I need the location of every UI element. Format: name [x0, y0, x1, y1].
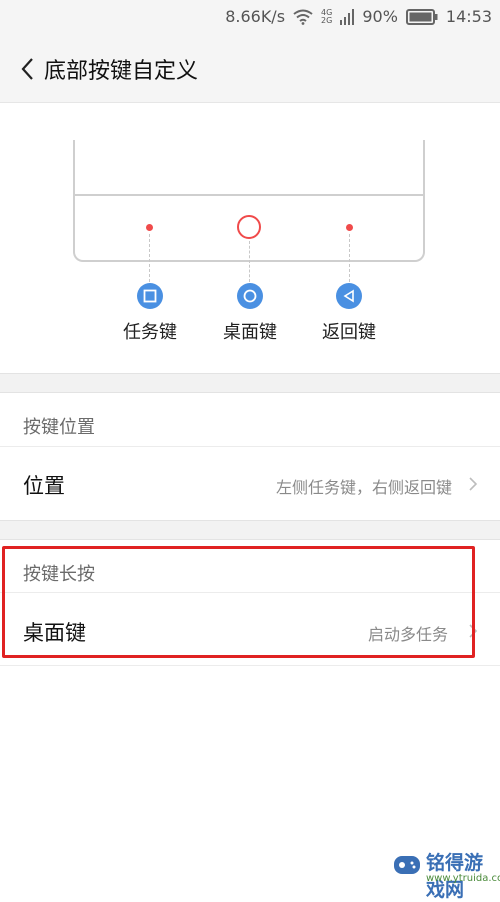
network-speed: 8.66K/s	[225, 7, 286, 26]
phone-divider	[75, 194, 423, 196]
task-key-label: 任务键	[123, 322, 177, 343]
home-key-ring	[237, 215, 261, 239]
row-position[interactable]: 位置 左侧任务键，右侧返回键	[0, 446, 500, 520]
highlight-box	[2, 546, 475, 658]
section-gap	[0, 520, 500, 540]
section-title-key-position: 按键位置	[23, 417, 95, 438]
wifi-icon	[293, 9, 313, 25]
task-key-connector	[149, 234, 150, 282]
back-key-dot	[346, 224, 353, 231]
row-label: 位置	[23, 474, 65, 498]
back-key-connector	[349, 234, 350, 282]
battery-percent: 90%	[362, 7, 398, 26]
watermark-logo-icon	[392, 850, 422, 880]
task-key-dot	[146, 224, 153, 231]
app-header: 底部按键自定义	[0, 36, 500, 103]
section-gap	[0, 373, 500, 393]
chevron-right-icon	[468, 476, 478, 492]
triangle-left-icon	[336, 283, 362, 309]
circle-icon	[237, 283, 263, 309]
back-key-label: 返回键	[322, 322, 376, 343]
watermark-url: www.ytruida.com	[426, 873, 500, 884]
page-title: 底部按键自定义	[44, 59, 199, 84]
row-value: 左侧任务键，右侧返回键	[275, 478, 452, 497]
status-bar: 8.66K/s 4G 2G 90% 14:53	[0, 0, 500, 36]
back-arrow-icon[interactable]	[18, 56, 38, 82]
network-type-indicator: 4G 2G	[321, 7, 333, 25]
signal-icon	[340, 8, 355, 25]
navigation-key-illustration: 任务键 桌面键 返回键	[0, 103, 500, 373]
battery-icon	[405, 8, 438, 25]
square-icon	[137, 283, 163, 309]
clock: 14:53	[445, 7, 492, 26]
home-key-connector	[249, 241, 250, 282]
home-key-label: 桌面键	[223, 322, 277, 343]
